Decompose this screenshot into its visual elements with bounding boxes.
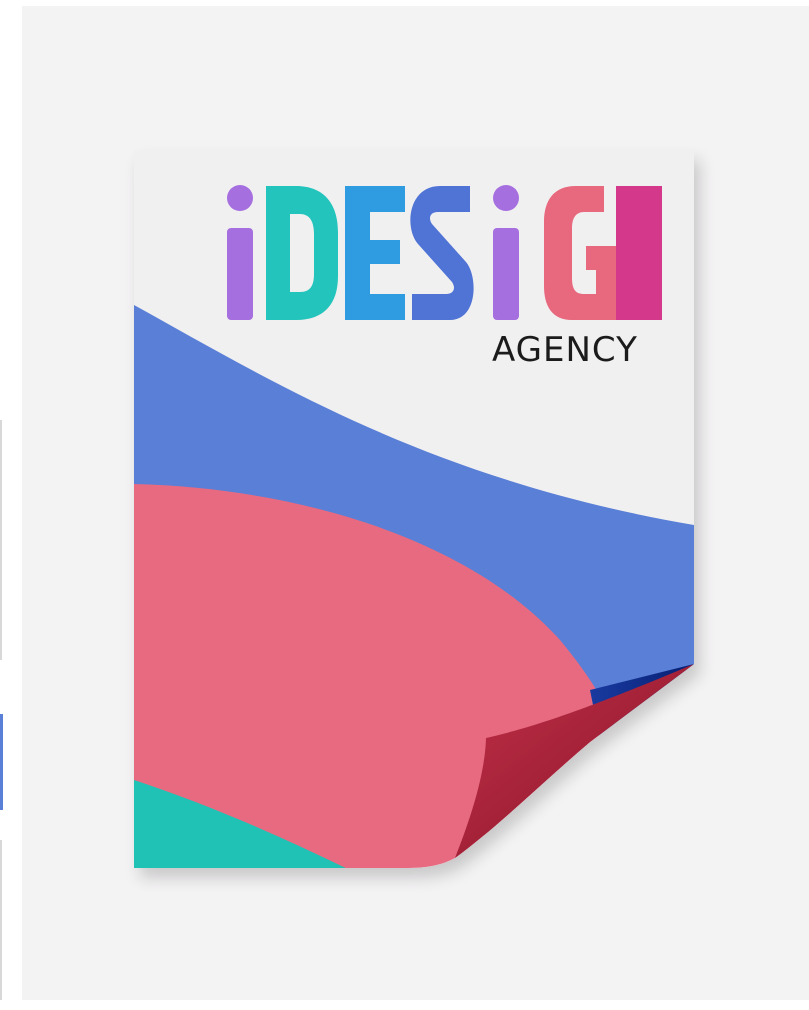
logo-letter-i2 bbox=[493, 228, 519, 320]
logo-letter-i bbox=[227, 228, 253, 320]
logo-tagline: AGENCY bbox=[492, 330, 638, 370]
poster-illustration bbox=[134, 150, 694, 868]
logo-letter-i2-dot bbox=[493, 185, 519, 211]
logo-letter-i-dot bbox=[227, 185, 253, 211]
logo-letter-n bbox=[616, 186, 662, 320]
logo-letter-e bbox=[345, 186, 405, 320]
image-frame: AGENCY bbox=[0, 0, 809, 1010]
